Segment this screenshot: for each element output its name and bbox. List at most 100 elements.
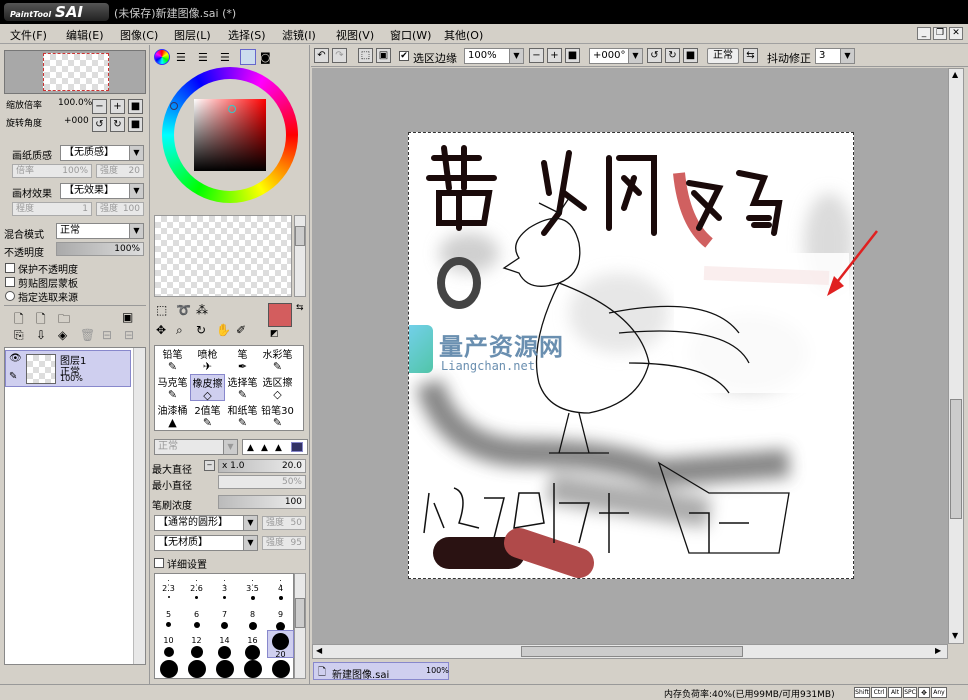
select-source-radio[interactable] [5, 291, 15, 301]
transfer-down-icon[interactable]: ⇩ [36, 328, 46, 342]
toolbar-zoom-reset-button[interactable]: ■ [565, 48, 580, 63]
invert-selection-button[interactable]: ▣ [376, 48, 391, 63]
tool-marker[interactable]: 马克笔 ✎ [155, 374, 190, 401]
primary-color-swatch[interactable] [268, 303, 292, 327]
menu-select[interactable]: 选择(S) [228, 27, 266, 43]
color-wheel[interactable] [162, 67, 298, 203]
shape-strength-value[interactable]: 50 [291, 517, 302, 529]
canvas-viewport[interactable]: 量产资源网 Liangchan.net [312, 68, 948, 644]
stabilizer-select[interactable]: 3 ▼ [815, 48, 855, 64]
texture-strength-value[interactable]: 20 [129, 165, 140, 177]
tool-pencil[interactable]: 铅笔 ✎ [155, 346, 190, 373]
tool-binary-pen[interactable]: 2值笔 ✎ [190, 402, 225, 429]
eyedropper-icon[interactable]: ✐ [236, 323, 246, 337]
rect-select-icon[interactable]: ⬚ [156, 303, 167, 317]
minimize-icon[interactable]: _ [917, 27, 931, 40]
swatches-icon[interactable] [240, 49, 256, 65]
close-icon[interactable]: ✕ [949, 27, 963, 40]
hand-icon[interactable]: ✋ [216, 323, 231, 337]
brush-grid-scrollbar[interactable] [294, 573, 306, 679]
rotate-reset-button[interactable]: ■ [128, 117, 143, 132]
clipping-checkbox[interactable] [5, 277, 15, 287]
tool-brush[interactable]: 笔 ✒ [225, 346, 260, 373]
toolbar-rotate-reset-button[interactable]: ■ [683, 48, 698, 63]
scroll-up-icon[interactable]: ▲ [952, 70, 958, 79]
size-decrease-button[interactable]: − [204, 460, 215, 471]
restore-icon[interactable]: ❐ [933, 27, 947, 40]
brush-size-preset[interactable]: 3.5 [239, 584, 266, 607]
detail-settings-checkbox[interactable] [154, 558, 164, 568]
protect-opacity-checkbox[interactable] [5, 263, 15, 273]
rotate-left-button[interactable]: ↺ [92, 117, 107, 132]
undo-button[interactable]: ↶ [314, 48, 329, 63]
rotate-right-button[interactable]: ↻ [110, 117, 125, 132]
brush-size-preset[interactable] [267, 660, 294, 683]
scratchpad-icon[interactable]: ◙ [260, 51, 271, 64]
rotate-value[interactable]: +000 [64, 116, 89, 126]
edge-medium-icon[interactable]: ▲ [261, 443, 268, 453]
lasso-icon[interactable]: ➰ [176, 303, 191, 317]
tool-airbrush[interactable]: 喷枪 ✈ [190, 346, 225, 373]
brush-size-preset-selected[interactable]: 20 [267, 630, 294, 659]
tool-pencil30[interactable]: 铅笔30 ✎ [260, 402, 295, 429]
scratchpad-scrollbar[interactable] [294, 215, 306, 297]
tool-select-pen[interactable]: 选择笔 ✎ [225, 374, 260, 401]
brush-size-preset[interactable]: 7 [211, 610, 238, 633]
brush-size-preset[interactable] [211, 660, 238, 683]
swatch-scratchpad[interactable] [154, 215, 292, 297]
max-size-slider[interactable]: x 1.0 20.0 [218, 459, 306, 473]
edge-flat-icon[interactable] [291, 442, 303, 452]
density-slider[interactable]: 100 [218, 495, 306, 509]
brush-mode-select[interactable]: 正常 ▼ [154, 439, 238, 455]
effect-select[interactable]: 【无效果】 ▼ [60, 183, 144, 199]
edge-soft-icon[interactable]: ▲ [275, 443, 282, 453]
zoom-select[interactable]: 100% ▼ [464, 48, 524, 64]
toolbar-rotate-right-button[interactable]: ↻ [665, 48, 680, 63]
swap-colors-icon[interactable]: ⇆ [296, 303, 304, 313]
zoom-value[interactable]: 100.0% [58, 98, 92, 108]
brush-size-preset[interactable]: 2.6 [183, 584, 210, 607]
effect-strength-value[interactable]: 100 [123, 203, 140, 215]
tool-bucket[interactable]: 油漆桶 ▲ [155, 402, 190, 429]
brush-size-preset[interactable]: 5 [155, 610, 182, 633]
menu-other[interactable]: 其他(O) [444, 27, 483, 43]
angle-select[interactable]: +000° ▼ [589, 48, 643, 64]
texture-strength-value[interactable]: 95 [291, 537, 302, 549]
transparent-color-icon[interactable]: ◩ [270, 329, 279, 339]
toolbar-zoom-in-button[interactable]: + [547, 48, 562, 63]
menu-window[interactable]: 窗口(W) [390, 27, 431, 43]
zoom-out-button[interactable]: − [92, 99, 107, 114]
min-size-slider[interactable]: 50% [218, 475, 306, 489]
layer-row[interactable]: 👁 ✎ 图层1 正常 100% [5, 350, 131, 387]
menu-filter[interactable]: 滤镜(I) [282, 27, 316, 43]
scroll-left-icon[interactable]: ◀ [316, 646, 322, 655]
scroll-down-icon[interactable]: ▼ [952, 631, 958, 640]
flip-horizontal-button[interactable]: ⇆ [743, 48, 758, 63]
canvas-vertical-scrollbar[interactable]: ▲ ▼ [948, 68, 964, 644]
rotate-icon[interactable]: ↻ [196, 323, 206, 337]
rgb-slider-icon[interactable]: ☰ [176, 51, 186, 64]
navigator-preview[interactable] [4, 50, 146, 94]
blend-mode-select[interactable]: 正常 ▼ [56, 223, 144, 239]
opacity-slider[interactable]: 100% [56, 242, 144, 256]
brush-shape-select[interactable]: 【通常的圆形】 ▼ [154, 515, 258, 531]
color-wheel-icon[interactable] [154, 49, 170, 65]
vertical-scroll-thumb[interactable] [950, 399, 962, 519]
toolbar-rotate-left-button[interactable]: ↺ [647, 48, 662, 63]
tool-washi-pen[interactable]: 和纸笔 ✎ [225, 402, 260, 429]
redo-button[interactable]: ↷ [332, 48, 347, 63]
paper-texture-select[interactable]: 【无质感】 ▼ [60, 145, 144, 161]
merge-icon[interactable]: ⊟ [102, 328, 112, 342]
tool-eraser[interactable]: 橡皮擦 ◇ [190, 374, 225, 402]
magic-wand-icon[interactable]: ⁂ [196, 303, 208, 317]
canvas-document[interactable]: 量产资源网 Liangchan.net [408, 132, 854, 579]
brush-size-preset[interactable] [239, 660, 266, 683]
flatten-icon[interactable]: ⊟ [124, 328, 134, 342]
menu-file[interactable]: 文件(F) [10, 27, 47, 43]
brush-size-preset[interactable]: 14 [211, 636, 238, 659]
eye-icon[interactable]: 👁 [9, 353, 22, 364]
hsv-slider-icon[interactable]: ☰ [198, 51, 208, 64]
scroll-right-icon[interactable]: ▶ [935, 646, 941, 655]
brush-size-preset[interactable] [155, 660, 182, 683]
menu-view[interactable]: 视图(V) [336, 27, 374, 43]
